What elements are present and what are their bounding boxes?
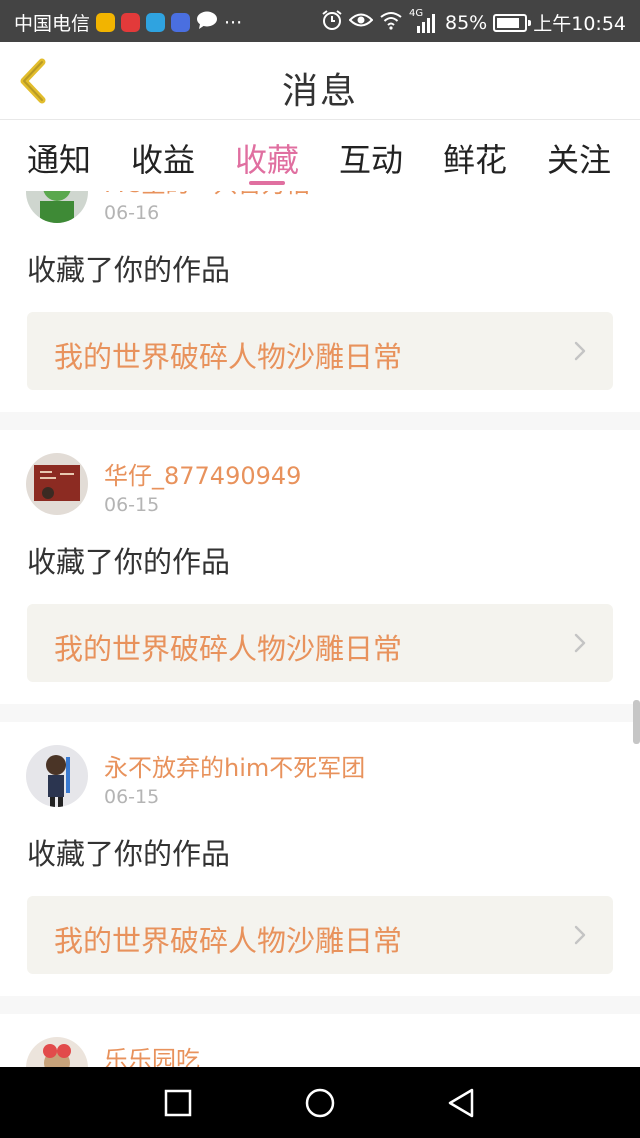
date: 06-15: [104, 494, 160, 516]
carrier-label: 中国电信: [14, 13, 91, 35]
battery-tip: [528, 19, 532, 26]
list-item: 乐乐园吃: [0, 1014, 640, 1067]
work-link[interactable]: 我的世界破碎人物沙雕日常: [27, 896, 613, 974]
clock: 上午10:54: [533, 13, 626, 35]
tab-interactions[interactable]: 互动: [319, 135, 423, 181]
username[interactable]: 乐乐园吃: [104, 1040, 200, 1067]
work-title: 我的世界破碎人物沙雕日常: [54, 340, 403, 374]
recent-apps-button[interactable]: [158, 1083, 198, 1123]
page-title: 消息: [281, 71, 358, 112]
chevron-right-icon: [574, 341, 586, 361]
home-button[interactable]: [300, 1083, 340, 1123]
battery-fill: [497, 17, 520, 28]
date: 06-15: [104, 786, 160, 808]
avatar[interactable]: [26, 453, 88, 515]
work-title: 我的世界破碎人物沙雕日常: [54, 924, 403, 958]
signal-icon: 4G: [409, 8, 439, 34]
username[interactable]: 永不放弃的him不死军团: [104, 748, 365, 783]
battery-icon: [493, 13, 532, 32]
home-icon: [305, 1088, 335, 1118]
work-link[interactable]: 我的世界破碎人物沙雕日常: [27, 312, 613, 390]
music-app-icon: [171, 13, 191, 32]
avatar[interactable]: [26, 745, 88, 807]
date: 06-16: [104, 202, 160, 224]
tab-favorites[interactable]: 收藏: [215, 135, 319, 181]
action-text: 收藏了你的作品: [27, 837, 231, 871]
avatar[interactable]: [26, 191, 88, 223]
tab-bar: 通知 收益 收藏 互动 鲜花 关注: [0, 121, 640, 191]
scrollbar-thumb[interactable]: [633, 700, 640, 744]
tab-follows[interactable]: 关注: [527, 135, 631, 181]
tab-flowers[interactable]: 鲜花: [423, 135, 527, 181]
tab-notifications[interactable]: 通知: [7, 135, 111, 181]
active-tab-indicator: [249, 181, 285, 185]
chevron-right-icon: [574, 925, 586, 945]
wifi-icon: [379, 10, 403, 35]
work-link[interactable]: 我的世界破碎人物沙雕日常: [27, 604, 613, 682]
chat-bubble-icon: [196, 11, 218, 35]
chevron-right-icon: [574, 633, 586, 653]
recent-apps-icon: [164, 1089, 192, 1117]
feed-list: MC里的一只苦力怕 06-16 收藏了你的作品 我的世界破碎人物沙雕日常 华仔_…: [0, 191, 640, 1067]
telegram-icon: [146, 13, 166, 32]
system-nav-bar: [0, 1067, 640, 1138]
wechat-app-icon: [96, 13, 116, 32]
avatar[interactable]: [26, 1037, 88, 1067]
work-title: 我的世界破碎人物沙雕日常: [54, 632, 403, 666]
list-item: 永不放弃的him不死军团 06-15 收藏了你的作品 我的世界破碎人物沙雕日常: [0, 722, 640, 996]
list-item: 华仔_877490949 06-15 收藏了你的作品 我的世界破碎人物沙雕日常: [0, 430, 640, 704]
back-triangle-icon: [448, 1088, 474, 1118]
username[interactable]: 华仔_877490949: [104, 456, 301, 491]
alarm-icon: [321, 9, 343, 36]
more-notifications: ···: [224, 11, 243, 34]
app-header: 消息: [0, 42, 640, 120]
back-nav-button[interactable]: [442, 1083, 482, 1123]
video-app-icon: [121, 13, 141, 32]
tab-earnings[interactable]: 收益: [111, 135, 215, 181]
favorites-feed[interactable]: MC里的一只苦力怕 06-16 收藏了你的作品 我的世界破碎人物沙雕日常 华仔_…: [0, 191, 640, 1067]
status-bar: 中国电信 ··· 4G 85% 上午10:54: [0, 0, 640, 42]
list-item: MC里的一只苦力怕 06-16 收藏了你的作品 我的世界破碎人物沙雕日常: [0, 191, 640, 412]
action-text: 收藏了你的作品: [27, 253, 231, 287]
status-bar-right: 4G 85% 上午10:54: [321, 8, 626, 36]
eye-icon: [348, 11, 374, 34]
battery-percent: 85%: [445, 11, 488, 34]
action-text: 收藏了你的作品: [27, 545, 231, 579]
username[interactable]: MC里的一只苦力怕: [104, 191, 309, 199]
status-bar-left: 中国电信 ···: [14, 9, 242, 36]
